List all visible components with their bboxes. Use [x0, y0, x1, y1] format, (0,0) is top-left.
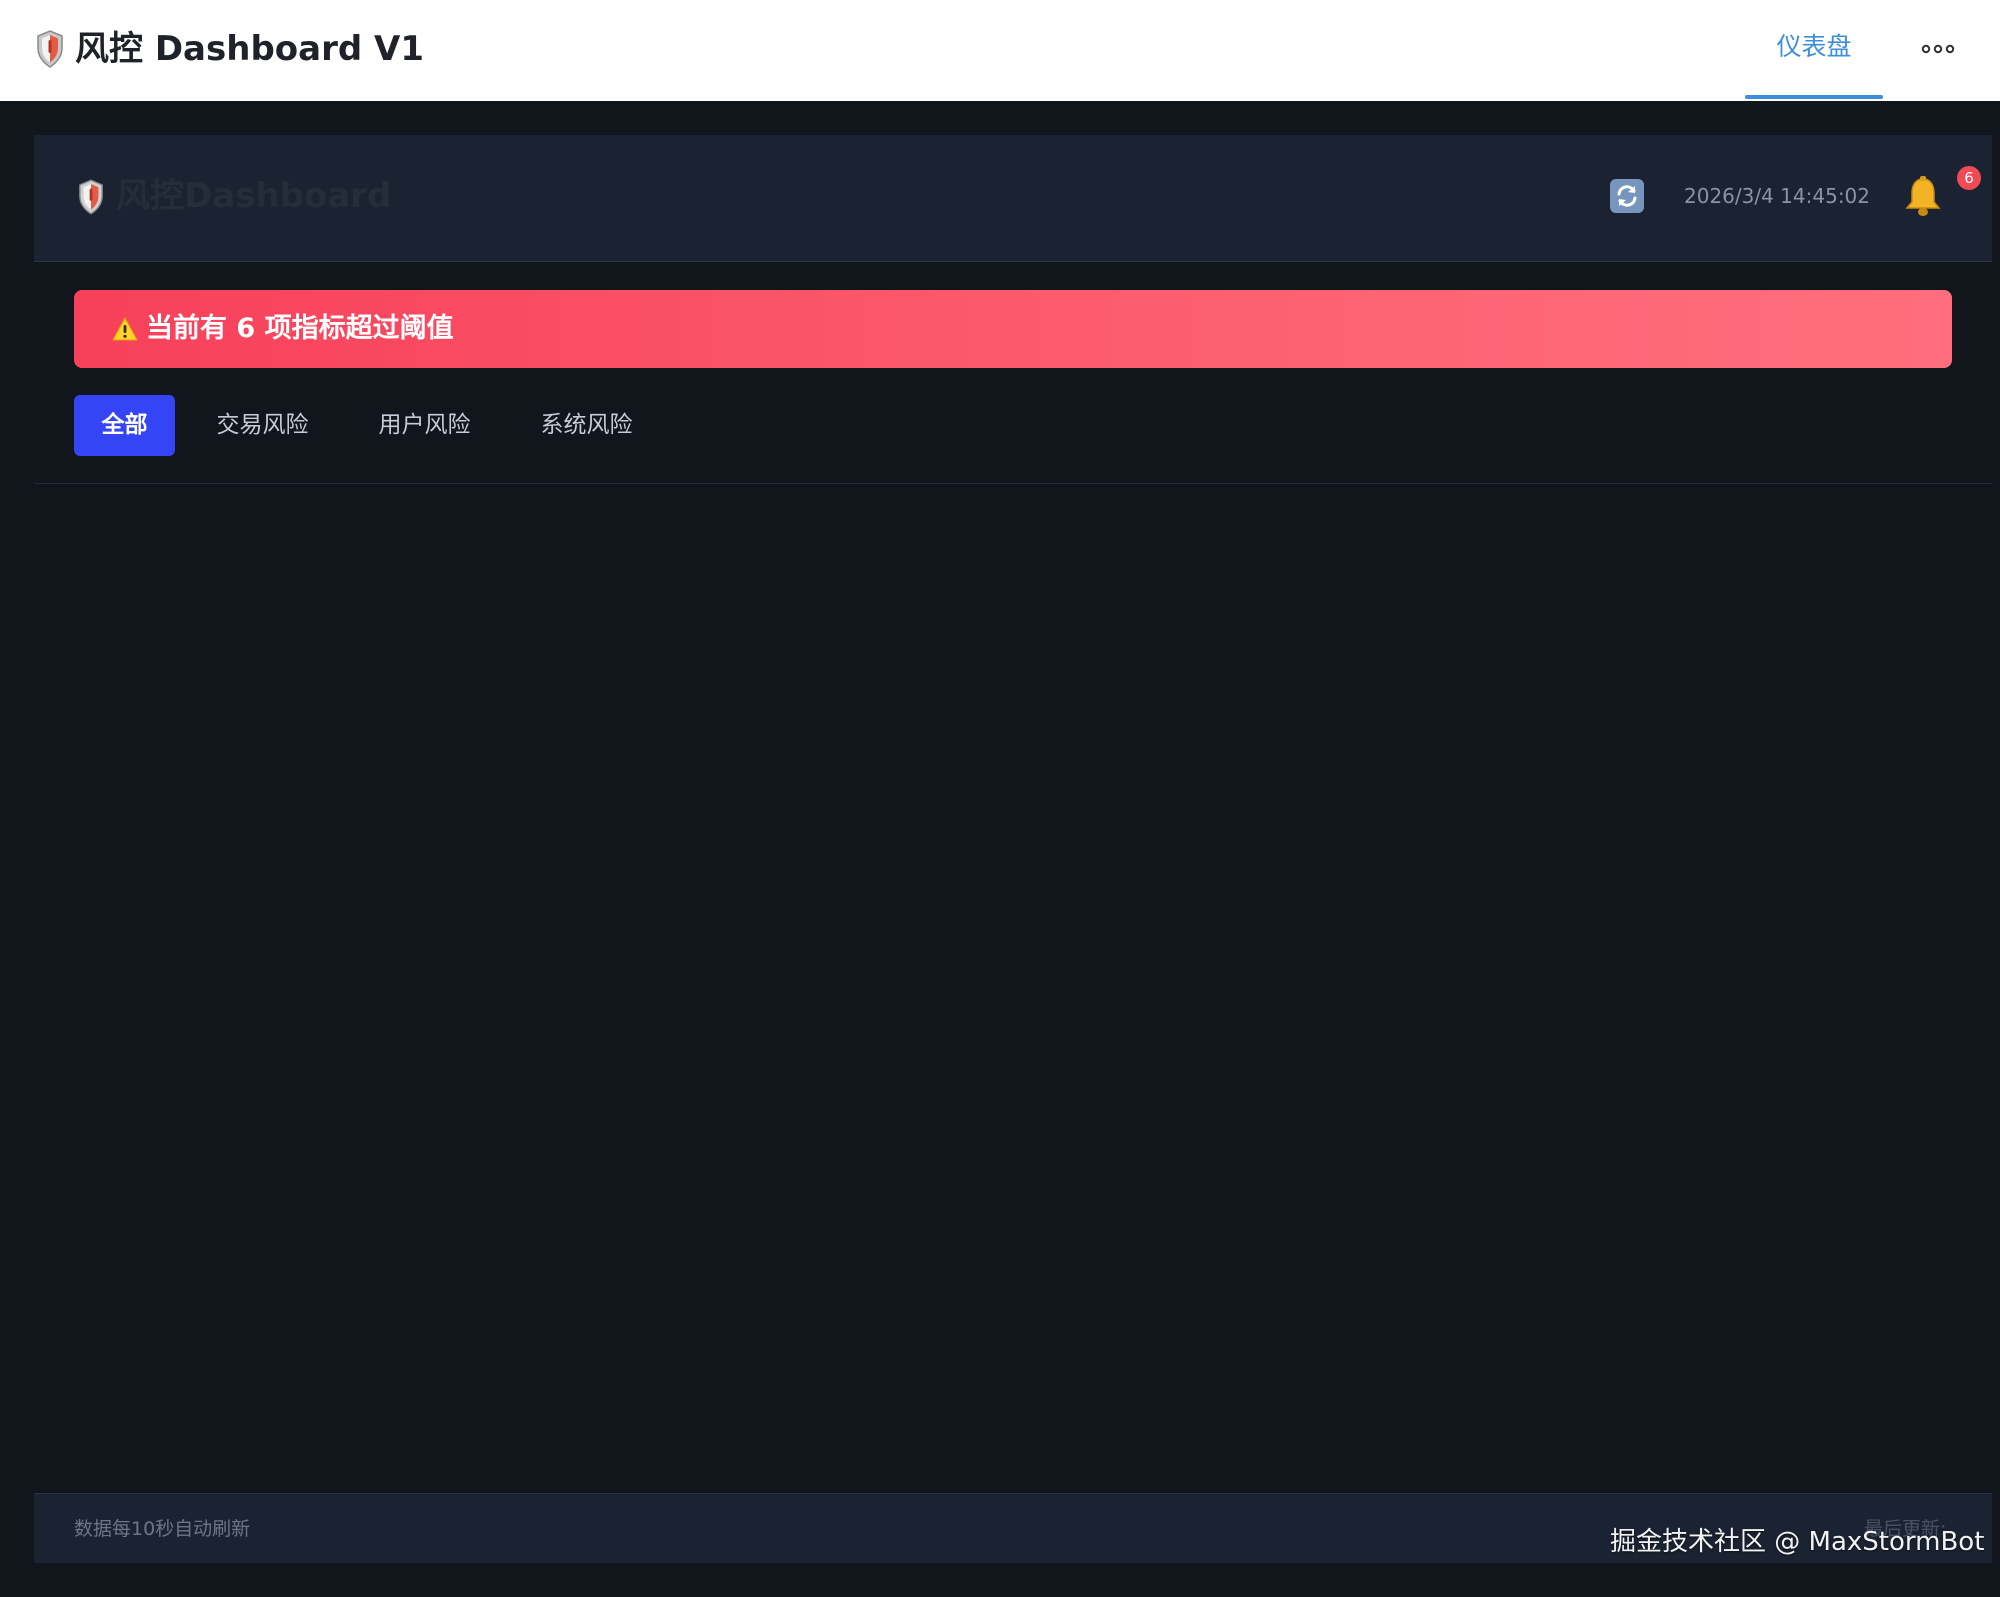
shield-icon — [79, 179, 103, 215]
tab-active-indicator — [1745, 95, 1883, 99]
current-datetime: 2026/3/4 14:45:02 — [1684, 184, 1871, 208]
auto-refresh-note: 数据每10秒自动刷新 — [74, 1518, 251, 1540]
threshold-alert-banner: 当前有 6 项指标超过阈值 — [74, 290, 1952, 368]
dashboard-frame: 风控Dashboard 2026/3/4 14:45:02 6 当前有 6 项指… — [34, 135, 1992, 1563]
dashboard-header: 风控Dashboard 2026/3/4 14:45:02 6 — [34, 135, 1992, 262]
app-title: 风控 Dashboard V1 — [75, 29, 424, 69]
tab-all[interactable]: 全部 — [74, 395, 175, 456]
refresh-icon[interactable] — [1610, 179, 1644, 213]
tabs-divider — [34, 483, 1992, 484]
tab-transaction-risk[interactable]: 交易风险 — [202, 395, 323, 456]
warning-icon — [112, 317, 138, 341]
bell-icon[interactable] — [1902, 175, 1944, 219]
shield-icon — [37, 30, 63, 68]
tab-user-risk[interactable]: 用户风险 — [364, 395, 485, 456]
dashboard-title: 风控Dashboard — [116, 176, 392, 216]
notification-badge: 6 — [1957, 166, 1981, 190]
tab-dashboard-label: 仪表盘 — [1776, 32, 1852, 61]
tab-dashboard[interactable]: 仪表盘 — [1745, 0, 1883, 101]
app-bar: 风控 Dashboard V1 仪表盘 — [0, 0, 2000, 101]
ellipsis-icon[interactable] — [1918, 34, 1958, 64]
alert-text: 当前有 6 项指标超过阈值 — [146, 313, 454, 344]
watermark: 掘金技术社区 @ MaxStormBot — [1610, 1527, 1985, 1557]
tab-system-risk[interactable]: 系统风险 — [526, 395, 647, 456]
